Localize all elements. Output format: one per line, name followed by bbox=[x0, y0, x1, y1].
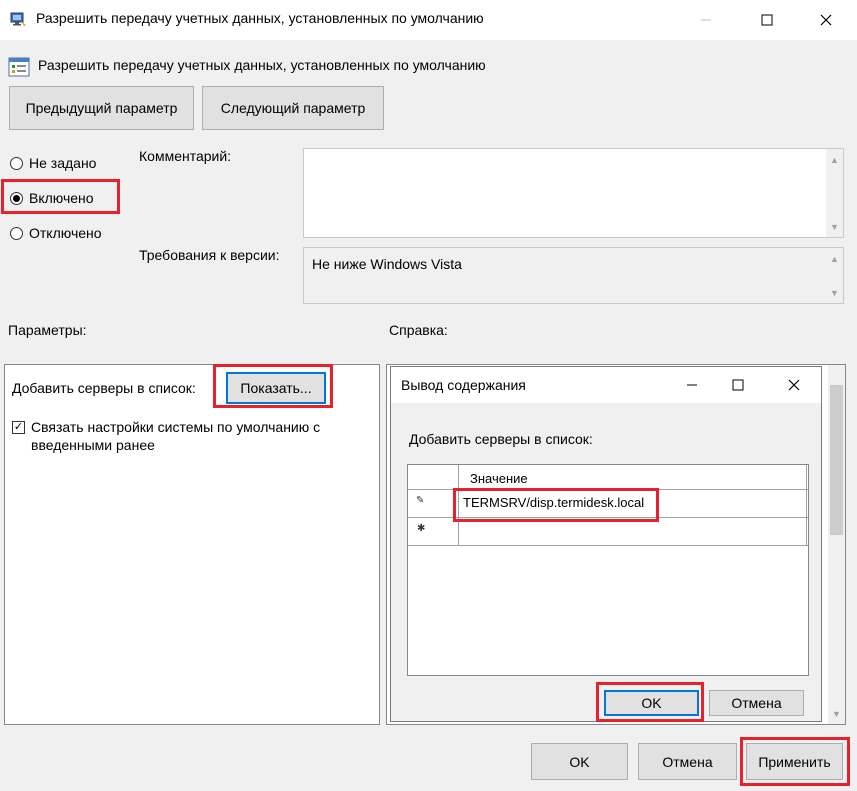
minimize-button[interactable] bbox=[683, 0, 729, 40]
version-value: Не ниже Windows Vista bbox=[312, 256, 462, 272]
params-section-label: Параметры: bbox=[8, 322, 87, 338]
maximize-button[interactable] bbox=[744, 0, 790, 40]
close-button[interactable] bbox=[803, 0, 849, 40]
window-title: Разрешить передачу учетных данных, устан… bbox=[36, 10, 484, 26]
version-scrollbar[interactable]: ▲ ▼ bbox=[826, 248, 843, 303]
new-row-icon: ✱ bbox=[417, 523, 426, 534]
radio-circle-checked bbox=[10, 191, 23, 205]
close-icon bbox=[820, 14, 832, 26]
next-setting-button[interactable]: Следующий параметр bbox=[202, 86, 384, 130]
grid-divider bbox=[408, 545, 808, 546]
grid-divider bbox=[408, 489, 808, 490]
dialog-minimize-button[interactable] bbox=[669, 367, 715, 403]
scroll-up-icon[interactable]: ▲ bbox=[826, 250, 843, 267]
scroll-down-icon[interactable]: ▼ bbox=[826, 218, 843, 235]
radio-circle bbox=[10, 226, 23, 240]
show-button[interactable]: Показать... bbox=[226, 372, 326, 404]
radio-label: Не задано bbox=[29, 155, 97, 171]
ok-button[interactable]: OK bbox=[531, 743, 628, 780]
dialog-title: Вывод содержания bbox=[401, 377, 526, 393]
radio-disabled[interactable]: Отключено bbox=[10, 222, 102, 244]
comment-scrollbar[interactable]: ▲ ▼ bbox=[826, 149, 843, 237]
concat-checkbox[interactable]: ✓ Связать настройки системы по умолчанию… bbox=[12, 418, 351, 454]
concat-checkbox-label: Связать настройки системы по умолчанию с… bbox=[31, 419, 321, 453]
edit-row-icon: ✎ bbox=[416, 495, 425, 506]
minimize-icon bbox=[687, 384, 697, 386]
column-header-value: Значение bbox=[470, 471, 528, 486]
version-field: Не ниже Windows Vista ▲ ▼ bbox=[303, 247, 844, 304]
cancel-button[interactable]: Отмена bbox=[638, 743, 737, 780]
radio-enabled[interactable]: Включено bbox=[10, 187, 94, 209]
policy-name: Разрешить передачу учетных данных, устан… bbox=[38, 57, 486, 73]
scrollbar-thumb[interactable] bbox=[830, 385, 843, 535]
dialog-maximize-button[interactable] bbox=[715, 367, 761, 403]
version-label: Требования к версии: bbox=[139, 247, 280, 263]
checkbox-checked-icon: ✓ bbox=[12, 421, 25, 434]
radio-not-configured[interactable]: Не задано bbox=[10, 152, 96, 174]
maximize-icon bbox=[761, 14, 773, 26]
dialog-title-bar: Вывод содержания bbox=[391, 367, 821, 403]
close-icon bbox=[788, 379, 800, 391]
params-panel: Добавить серверы в список: Показать... ✓… bbox=[4, 364, 380, 725]
radio-circle bbox=[10, 156, 23, 170]
apply-button[interactable]: Применить bbox=[746, 743, 843, 780]
values-grid: Значение ✎ TERMSRV/disp.termidesk.local … bbox=[407, 464, 809, 676]
grid-cell-new[interactable] bbox=[459, 518, 805, 544]
grid-divider bbox=[806, 465, 807, 545]
scroll-up-icon[interactable]: ▲ bbox=[826, 151, 843, 168]
content-dialog: Вывод содержания Добавить серверы в спис… bbox=[390, 366, 822, 722]
comment-textarea[interactable]: ▲ ▼ bbox=[303, 148, 844, 238]
previous-setting-button[interactable]: Предыдущий параметр bbox=[9, 86, 194, 130]
radio-label: Отключено bbox=[29, 225, 102, 241]
maximize-icon bbox=[732, 379, 744, 391]
dialog-cancel-button[interactable]: Отмена bbox=[709, 690, 804, 716]
radio-label: Включено bbox=[29, 190, 94, 206]
policy-window-icon bbox=[10, 12, 26, 26]
minimize-icon bbox=[701, 19, 711, 21]
grid-cell-value[interactable]: TERMSRV/disp.termidesk.local bbox=[463, 495, 644, 510]
dialog-ok-button[interactable]: OK bbox=[604, 690, 699, 716]
title-bar: Разрешить передачу учетных данных, устан… bbox=[0, 0, 857, 40]
scroll-down-icon[interactable]: ▼ bbox=[828, 705, 845, 722]
policy-settings-icon bbox=[8, 57, 30, 77]
dialog-close-button[interactable] bbox=[771, 367, 817, 403]
dialog-label: Добавить серверы в список: bbox=[409, 431, 593, 447]
scroll-down-icon[interactable]: ▼ bbox=[826, 284, 843, 301]
help-scrollbar[interactable]: ▼ bbox=[828, 365, 845, 724]
help-section-label: Справка: bbox=[389, 322, 448, 338]
comment-label: Комментарий: bbox=[139, 148, 232, 164]
add-servers-label: Добавить серверы в список: bbox=[12, 380, 196, 396]
